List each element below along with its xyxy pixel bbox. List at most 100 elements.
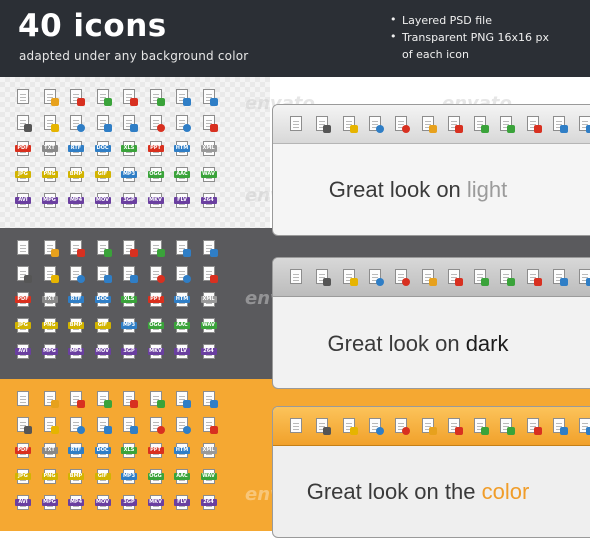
document-icon (287, 417, 305, 435)
block-icon (392, 417, 411, 435)
remove-icon (524, 115, 542, 133)
toolbar (273, 258, 590, 297)
file-type-label: MP4 (68, 499, 84, 506)
mpg-file-icon: MPG (41, 343, 59, 361)
file-type-label: 264 (200, 348, 217, 355)
add-icon (497, 115, 516, 133)
icon-row: JPG PNG BMP GIF MP3 OGG AAC WAV (14, 317, 224, 343)
save-icon (14, 114, 32, 132)
jpg-file-icon: JPG (14, 317, 32, 335)
export-icon (147, 390, 165, 408)
mp4-file-icon: MP4 (67, 343, 85, 361)
icon-row (14, 390, 224, 416)
file-type-label: XLS (121, 447, 137, 454)
xml-file-icon: XML (200, 291, 218, 309)
remove-icon (120, 239, 138, 257)
file-type-label: AAC (174, 322, 190, 329)
file-type-label: RTF (68, 296, 84, 303)
file-type-label: TXT (41, 145, 58, 152)
add-icon (497, 417, 516, 435)
info-icon (173, 114, 191, 132)
add-icon (94, 390, 112, 408)
txt-file-icon: TXT (41, 291, 59, 309)
mkv-file-icon: MKV (147, 192, 165, 210)
toolbar-panel-light: Great look on light (272, 104, 590, 236)
save-icon (14, 416, 32, 434)
file-type-label: HTM (174, 296, 190, 303)
3gp-file-icon: 3GP (120, 494, 138, 512)
file-type-label: DOC (94, 447, 111, 454)
header-banner: 40 icons adapted under any background co… (0, 0, 590, 77)
back-icon (94, 265, 112, 283)
edit-icon (41, 88, 59, 106)
file-type-label: PPT (147, 145, 164, 152)
file-type-label: JPG (15, 473, 31, 480)
file-type-label: BMP (68, 171, 84, 178)
mov-file-icon: MOV (94, 494, 112, 512)
xls-file-icon: XLS (120, 442, 138, 460)
aac-file-icon: AAC (173, 166, 191, 184)
flv-file-icon: FLV (173, 192, 191, 210)
mp4-file-icon: MP4 (67, 192, 85, 210)
mpg-file-icon: MPG (41, 192, 59, 210)
info-icon (173, 416, 191, 434)
file-type-label: 3GP (121, 348, 137, 355)
feature-item: of each icon (402, 48, 469, 61)
edit-icon (419, 268, 437, 286)
delete-icon (445, 268, 463, 286)
264-file-icon: 264 (200, 494, 218, 512)
file-type-label: TXT (41, 296, 58, 303)
block-icon (147, 265, 165, 283)
file-type-label: 3GP (121, 197, 137, 204)
file-type-label: MPG (41, 348, 58, 355)
rtf-file-icon: RTF (67, 291, 85, 309)
icon-row: JPG PNG BMP GIF MP3 OGG AAC WAV (14, 468, 224, 494)
block-icon (392, 115, 411, 133)
file-type-label: XML (200, 447, 217, 454)
jpg-file-icon: JPG (14, 468, 32, 486)
add-icon (497, 268, 516, 286)
pdf-file-icon: PDF (14, 442, 32, 460)
pdf-file-icon: PDF (14, 140, 32, 158)
upload-icon (576, 417, 590, 435)
ppt-file-icon: PPT (147, 442, 165, 460)
bmp-file-icon: BMP (67, 317, 85, 335)
save-icon (313, 115, 332, 133)
aac-file-icon: AAC (173, 317, 191, 335)
upload-icon (576, 115, 590, 133)
icon-grid: PDF TXT RTF DOC XLS PPT HTM XML JPG PNG BMP GIF MP3 O… (14, 239, 224, 369)
add-icon (94, 239, 112, 257)
toolbar-panel-dark: Great look on dark (272, 257, 590, 389)
file-type-label: AAC (174, 171, 190, 178)
remove-icon (120, 390, 138, 408)
icon-row (14, 239, 224, 265)
document-icon (14, 239, 32, 257)
upload-icon (200, 239, 218, 257)
wav-file-icon: WAV (200, 317, 218, 335)
icon-row (14, 416, 224, 442)
toolbar-panel-color: Great look on the color (272, 406, 590, 538)
file-type-label: PDF (15, 447, 31, 454)
forward-icon (120, 416, 138, 434)
file-type-label: HTM (174, 145, 190, 152)
png-file-icon: PNG (41, 468, 59, 486)
icon-row: AVI MPG MP4 MOV 3GP MKV FLV 264 (14, 192, 224, 218)
feature-item: • Layered PSD file (390, 13, 493, 27)
lock-icon (41, 265, 59, 283)
panel-caption: Great look on the color (306, 479, 530, 504)
icon-row (14, 88, 224, 114)
bmp-file-icon: BMP (67, 166, 85, 184)
export-icon (471, 268, 490, 286)
icon-grid: PDF TXT RTF DOC XLS PPT HTM XML JPG PNG BMP GIF MP3 O… (14, 390, 224, 520)
file-type-label: MP3 (121, 473, 137, 480)
feature-item: • Transparent PNG 16x16 px (390, 30, 549, 44)
avi-file-icon: AVI (14, 192, 32, 210)
search-icon (67, 114, 85, 132)
file-type-label: WAV (200, 322, 217, 329)
ppt-file-icon: PPT (147, 291, 165, 309)
mp4-file-icon: MP4 (67, 494, 85, 512)
file-type-label: FLV (174, 348, 190, 355)
lock-icon (340, 268, 358, 286)
file-type-label: MPG (41, 499, 58, 506)
lock-icon (41, 114, 59, 132)
